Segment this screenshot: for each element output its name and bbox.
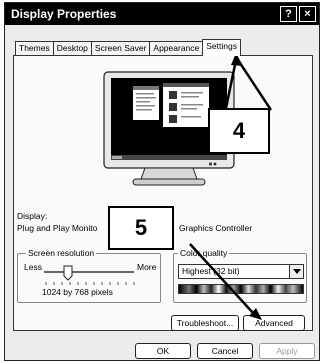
- tab-settings[interactable]: Settings: [202, 39, 241, 56]
- annotation-arrows: [189, 53, 273, 320]
- step-5-callout: 5: [108, 206, 174, 250]
- step-4-callout: 4: [208, 108, 270, 154]
